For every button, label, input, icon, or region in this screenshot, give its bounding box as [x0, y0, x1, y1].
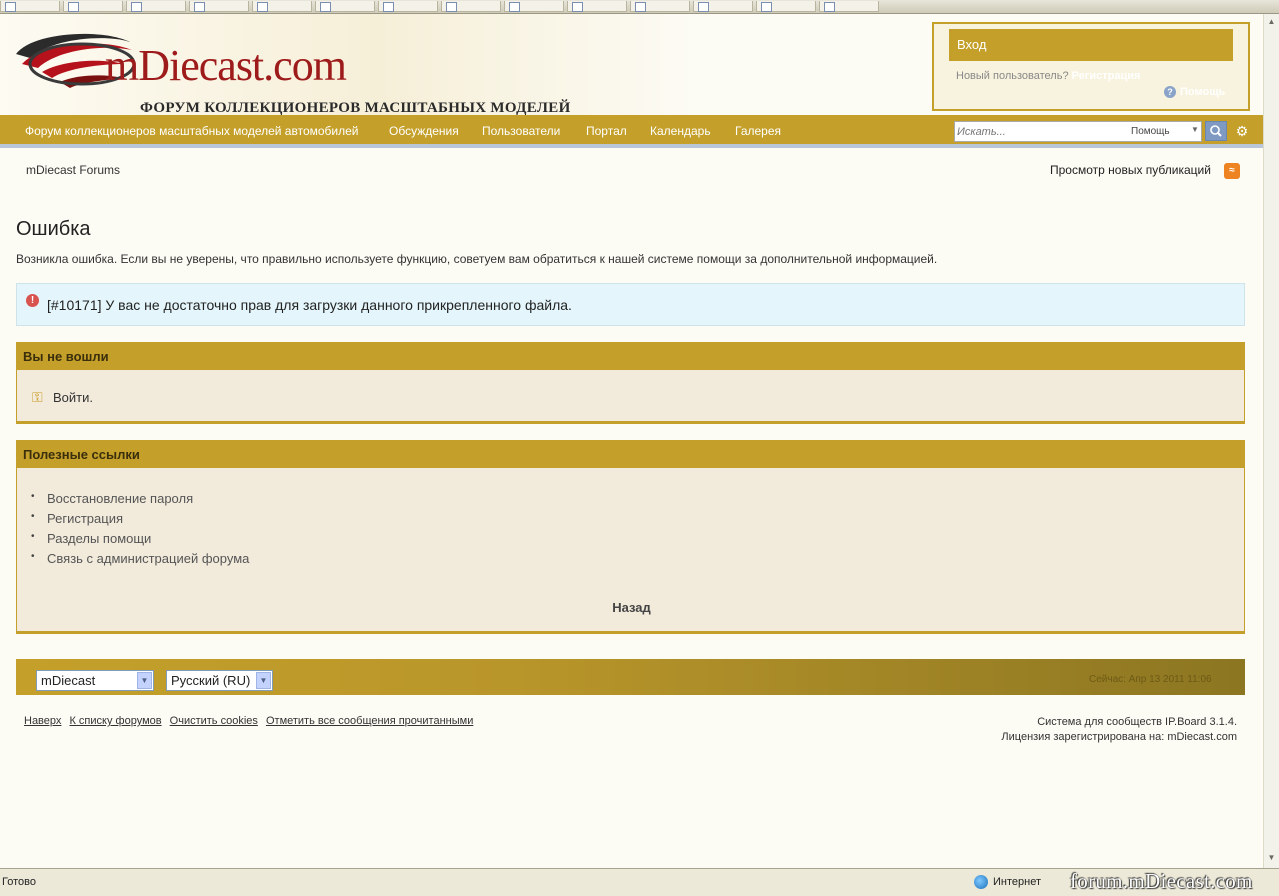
nav-item-portal[interactable]: Портал — [586, 124, 627, 138]
search-button[interactable] — [1205, 121, 1227, 141]
powered-by-text: Система для сообществ IP.Board 3.1.4. — [1037, 716, 1237, 728]
browser-tab[interactable] — [693, 1, 753, 12]
nav-item-forum[interactable]: Форум коллекционеров масштабных моделей … — [25, 124, 359, 138]
browser-tab[interactable] — [252, 1, 312, 12]
browser-tab[interactable] — [0, 1, 60, 12]
help-label: Помощь — [1180, 86, 1226, 98]
browser-tab[interactable] — [630, 1, 690, 12]
site-header: mDiecast.com ФОРУМ КОЛЛЕКЦИОНЕРОВ МАСШТА… — [0, 14, 1263, 116]
panel-title: Полезные ссылки — [17, 441, 1244, 468]
powered-by: Система для сообществ IP.Board 3.1.4. Ли… — [960, 715, 1237, 745]
footer-link-clear-cookies[interactable]: Очистить cookies — [170, 715, 258, 727]
footer-link-top[interactable]: Наверх — [24, 715, 61, 727]
skin-select[interactable]: mDiecast ▼ — [36, 670, 154, 691]
browser-tab[interactable] — [441, 1, 501, 12]
error-message-box: ! [#10171] У вас не достаточно прав для … — [16, 283, 1245, 326]
browser-tab-strip — [0, 0, 1279, 14]
site-logo[interactable]: mDiecast.com ФОРУМ КОЛЛЕКЦИОНЕРОВ МАСШТА… — [12, 24, 572, 116]
footer-link-mark-read[interactable]: Отметить все сообщения прочитанными — [266, 715, 473, 727]
footer-bar: mDiecast ▼ Русский (RU) ▼ Сейчас: Апр 13… — [16, 659, 1245, 695]
logo-text: mDiecast.com — [105, 41, 347, 90]
key-icon: ⚿ — [32, 389, 43, 405]
nav-item-members[interactable]: Пользователи — [482, 124, 560, 138]
gear-icon[interactable]: ⚙ — [1234, 121, 1250, 141]
login-button[interactable]: Вход — [949, 29, 1233, 61]
footer-link-forum-index[interactable]: К списку форумов — [69, 715, 161, 727]
search-input[interactable] — [957, 124, 1117, 139]
page-title: Ошибка — [16, 218, 91, 240]
breadcrumb[interactable]: mDiecast Forums — [26, 163, 120, 177]
browser-tab[interactable] — [126, 1, 186, 12]
error-message: [#10171] У вас не достаточно прав для за… — [47, 297, 572, 313]
panel-title: Вы не вошли — [17, 343, 1244, 370]
browser-tab[interactable] — [378, 1, 438, 12]
browser-tab[interactable] — [189, 1, 249, 12]
new-posts-link[interactable]: Просмотр новых публикаций — [1050, 163, 1211, 177]
vertical-scrollbar[interactable]: ▲ ▼ — [1263, 14, 1279, 868]
language-select-value: Русский (RU) — [171, 673, 251, 688]
rss-icon[interactable]: ≈ — [1224, 163, 1240, 179]
globe-icon — [974, 875, 988, 889]
current-time: Сейчас: Апр 13 2011 11:06 — [1089, 674, 1212, 685]
login-link[interactable]: Войти. — [53, 390, 93, 405]
page-viewport: mDiecast.com ФОРУМ КОЛЛЕКЦИОНЕРОВ МАСШТА… — [0, 14, 1263, 868]
useful-links-panel: Полезные ссылки Восстановление пароля Ре… — [16, 440, 1245, 634]
search-box: Помощь ▼ — [954, 121, 1202, 142]
footer-links: Наверх К списку форумов Очистить cookies… — [24, 715, 478, 727]
search-icon — [1210, 125, 1222, 137]
not-logged-in-panel: Вы не вошли ⚿ Войти. — [16, 342, 1245, 424]
chevron-down-icon[interactable]: ▼ — [1191, 125, 1199, 134]
error-description: Возникла ошибка. Если вы не уверены, что… — [16, 252, 938, 266]
nav-item-gallery[interactable]: Галерея — [735, 124, 781, 138]
link-contact-admin[interactable]: Связь с администрацией форума — [31, 551, 249, 571]
license-text: Лицензия зарегистрирована на: mDiecast.c… — [1001, 731, 1237, 743]
back-button[interactable]: Назад — [17, 600, 1246, 615]
main-nav: Форум коллекционеров масштабных моделей … — [0, 115, 1263, 148]
browser-tab[interactable] — [819, 1, 879, 12]
register-link[interactable]: Регистрация — [1072, 70, 1141, 82]
error-icon: ! — [26, 294, 39, 307]
browser-tab[interactable] — [567, 1, 627, 12]
browser-tab[interactable] — [63, 1, 123, 12]
new-user-text: Новый пользователь? — [956, 70, 1069, 82]
browser-tab[interactable] — [756, 1, 816, 12]
browser-status-bar: Готово Интернет forum.mDiecast.com — [0, 868, 1279, 896]
chevron-down-icon[interactable]: ▼ — [137, 672, 152, 689]
link-password-recovery[interactable]: Восстановление пароля — [31, 491, 249, 511]
chevron-down-icon[interactable]: ▼ — [256, 672, 271, 689]
search-scope-select[interactable]: Помощь — [1131, 126, 1170, 137]
scroll-down-icon[interactable]: ▼ — [1266, 852, 1277, 864]
status-text: Готово — [2, 876, 36, 888]
language-select[interactable]: Русский (RU) ▼ — [166, 670, 273, 691]
browser-tab[interactable] — [504, 1, 564, 12]
useful-links-list: Восстановление пароля Регистрация Раздел… — [31, 491, 249, 571]
watermark: forum.mDiecast.com — [1070, 869, 1253, 893]
browser-tab[interactable] — [315, 1, 375, 12]
user-box: Вход Новый пользователь? Регистрация ? По… — [932, 22, 1250, 111]
scroll-up-icon[interactable]: ▲ — [1266, 16, 1277, 28]
link-registration[interactable]: Регистрация — [31, 511, 249, 531]
security-zone: Интернет — [993, 876, 1041, 888]
help-link[interactable]: ? Помощь — [1164, 86, 1225, 98]
link-help-sections[interactable]: Разделы помощи — [31, 531, 249, 551]
nav-item-calendar[interactable]: Календарь — [650, 124, 711, 138]
nav-item-discussions[interactable]: Обсуждения — [389, 124, 459, 138]
new-user-prompt: Новый пользователь? Регистрация — [956, 70, 1140, 82]
help-icon: ? — [1164, 86, 1176, 98]
skin-select-value: mDiecast — [41, 673, 96, 688]
